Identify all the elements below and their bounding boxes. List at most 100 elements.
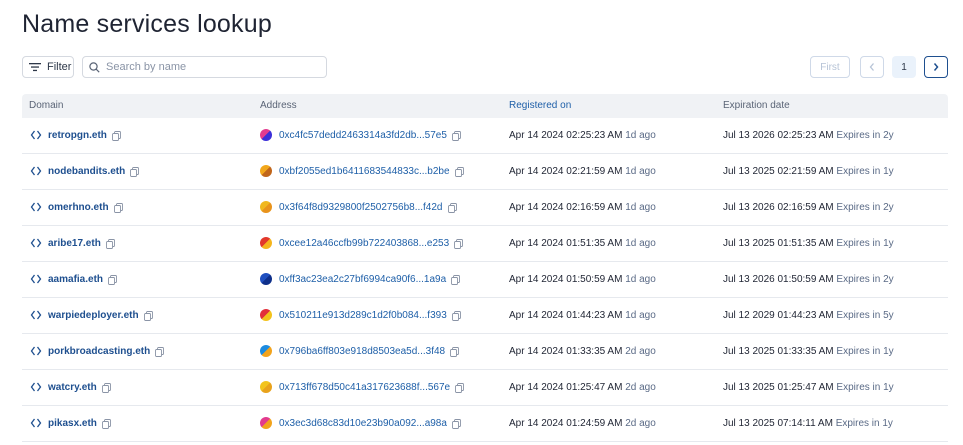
registered-ago: 1d ago [625,238,656,249]
domain-link[interactable]: warpiedeployer.eth [48,310,139,321]
copy-icon[interactable] [447,202,457,213]
expires-in: Expires in 2y [836,274,894,285]
filter-lines-icon [29,63,41,72]
code-brackets-icon [30,310,42,320]
registered-ago: 1d ago [625,166,656,177]
copy-icon[interactable] [101,418,111,429]
copy-icon[interactable] [454,166,464,177]
address-avatar [260,381,272,393]
copy-icon[interactable] [111,130,121,141]
code-brackets-icon [30,166,42,176]
code-brackets-icon [30,202,42,212]
registered-ago: 1d ago [625,274,656,285]
expiration-cell: Jul 13 2026 02:25:23 AM Expires in 2y [723,130,894,141]
address-link[interactable]: 0xc4fc57dedd2463314a3fd2db...57e5 [279,130,447,141]
copy-icon[interactable] [143,310,153,321]
copy-icon[interactable] [155,346,165,357]
domain-link[interactable]: porkbroadcasting.eth [48,346,150,357]
address-avatar [260,129,272,141]
registered-date: Apr 14 2024 02:25:23 AM [509,130,623,141]
code-brackets-icon [30,274,42,284]
search-input[interactable] [106,61,306,73]
expiration-cell: Jul 13 2025 07:14:11 AM Expires in 1y [723,418,893,429]
expiration-cell: Jul 13 2026 01:50:59 AM Expires in 2y [723,274,894,285]
copy-icon[interactable] [455,382,465,393]
registered-ago: 1d ago [625,130,656,141]
table-row: pikasx.eth 0x3ec3d68c83d10e23b90a092...a9… [22,406,948,442]
registered-date: Apr 14 2024 01:50:59 AM [509,274,623,285]
registered-date: Apr 14 2024 01:51:35 AM [509,238,623,249]
address-avatar [260,201,272,213]
registered-date: Apr 14 2024 01:24:59 AM [509,418,623,429]
copy-icon[interactable] [113,202,123,213]
table-row: warpiedeployer.eth 0x510211e913d289c1d2f0… [22,298,948,334]
copy-icon[interactable] [454,238,464,249]
copy-icon[interactable] [101,382,111,393]
toolbar: Filter First 1 [22,56,948,78]
copy-icon[interactable] [451,130,461,141]
header-registered-on[interactable]: Registered on [509,100,571,111]
copy-icon[interactable] [130,166,140,177]
copy-icon[interactable] [451,310,461,321]
expires-in: Expires in 1y [836,166,894,177]
header-address: Address [260,100,297,111]
registered-on-cell: Apr 14 2024 01:50:59 AM 1d ago [509,274,656,285]
filter-label: Filter [47,61,72,73]
table-row: aamafia.eth 0xff3ac23ea2c27bf6994ca90f6..… [22,262,948,298]
domains-table: Domain Address Registered on Expiration … [22,94,948,442]
copy-icon[interactable] [108,274,117,285]
page-title: Name services lookup [22,10,272,38]
next-page-button[interactable] [924,56,948,78]
expiration-date: Jul 13 2025 01:51:35 AM [723,238,834,249]
chevron-left-icon [869,63,874,71]
registered-date: Apr 14 2024 02:16:59 AM [509,202,623,213]
address-avatar [260,273,272,285]
address-avatar [260,345,272,357]
code-brackets-icon [30,418,42,428]
first-page-button[interactable]: First [810,56,850,78]
copy-icon[interactable] [451,418,461,429]
address-avatar [260,237,272,249]
registered-on-cell: Apr 14 2024 01:44:23 AM 1d ago [509,310,656,321]
address-link[interactable]: 0x3f64f8d9329800f2502756b8...f42d [279,202,443,213]
domain-link[interactable]: nodebandits.eth [48,166,125,177]
address-link[interactable]: 0x3ec3d68c83d10e23b90a092...a98a [279,418,447,429]
domain-link[interactable]: retropgn.eth [48,130,107,141]
expires-in: Expires in 1y [836,346,894,357]
address-link[interactable]: 0xcee12a46ccfb99b722403868...e253 [279,238,449,249]
registered-on-cell: Apr 14 2024 01:24:59 AM 2d ago [509,418,656,429]
expiration-date: Jul 13 2025 02:21:59 AM [723,166,834,177]
header-domain: Domain [29,100,64,111]
domain-link[interactable]: omerhno.eth [48,202,109,213]
address-link[interactable]: 0x713ff678d50c41a317623688f...567e [279,382,450,393]
chevron-right-icon [933,63,939,71]
copy-icon[interactable] [450,346,460,357]
address-link[interactable]: 0x796ba6ff803e918d8503ea5d...3f48 [279,346,445,357]
expiration-date: Jul 13 2025 07:14:11 AM [723,418,833,429]
code-brackets-icon [30,382,42,392]
domain-link[interactable]: aribe17.eth [48,238,101,249]
code-brackets-icon [30,346,42,356]
expires-in: Expires in 1y [836,382,894,393]
registered-ago: 2d ago [625,418,656,429]
registered-ago: 1d ago [625,202,656,213]
expires-in: Expires in 1y [836,238,894,249]
table-body: retropgn.eth 0xc4fc57dedd2463314a3fd2db..… [22,118,948,442]
previous-page-button[interactable] [860,56,884,78]
copy-icon[interactable] [105,238,115,249]
copy-icon[interactable] [451,274,461,285]
filter-button[interactable]: Filter [22,56,74,78]
address-link[interactable]: 0xbf2055ed1b6411683544833c...b2be [279,166,450,177]
code-brackets-icon [30,238,42,248]
address-link[interactable]: 0xff3ac23ea2c27bf6994ca90f6...1a9a [279,274,446,285]
expiration-cell: Jul 13 2025 01:33:35 AM Expires in 1y [723,346,894,357]
search-box [82,56,327,78]
domain-link[interactable]: aamafia.eth [48,274,103,285]
code-brackets-icon [30,130,42,140]
pagination: First 1 [810,56,948,78]
domain-link[interactable]: watcry.eth [48,382,97,393]
registered-on-cell: Apr 14 2024 01:33:35 AM 2d ago [509,346,656,357]
address-link[interactable]: 0x510211e913d289c1d2f0b084...f393 [279,310,447,321]
domain-link[interactable]: pikasx.eth [48,418,97,429]
table-row: omerhno.eth 0x3f64f8d9329800f2502756b8...… [22,190,948,226]
